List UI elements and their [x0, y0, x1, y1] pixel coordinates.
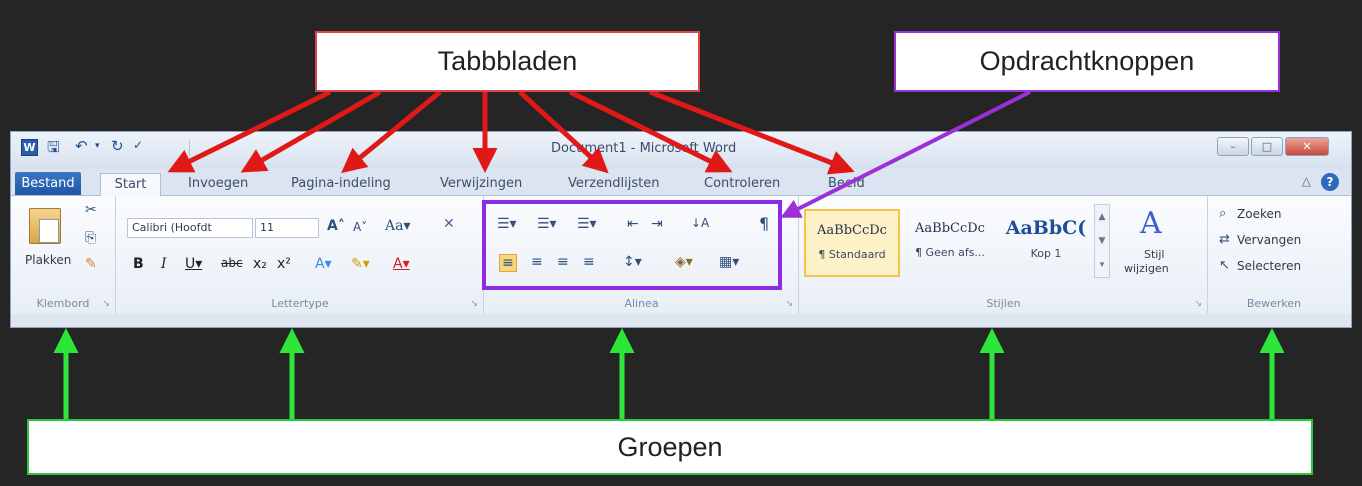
close-button[interactable]: ✕	[1285, 137, 1329, 156]
change-styles-line1[interactable]: Stijl	[1144, 248, 1164, 261]
find-icon[interactable]: ⌕	[1219, 206, 1226, 221]
style-name: Kop 1	[1030, 247, 1062, 260]
tabs-label: Tabbbladen	[315, 31, 700, 92]
font-name-combo[interactable]: Calibri (Hoofdt	[127, 218, 253, 238]
style-sample: AaBbCcDc	[817, 223, 887, 238]
style-kop-1[interactable]: AaBbC( Kop 1	[998, 209, 1094, 277]
commands-label: Opdrachtknoppen	[894, 31, 1280, 92]
paste-icon[interactable]	[29, 208, 61, 244]
style-standaard[interactable]: AaBbCcDc ¶ Standaard	[804, 209, 900, 277]
group-label-klembord: Klembord	[36, 297, 90, 310]
undo-dropdown-icon[interactable]: ▾	[95, 141, 100, 151]
group-bewerken: ⌕ Zoeken ⇄ Vervangen ↖ Selecteren Bewerk…	[1209, 196, 1339, 314]
grow-font-icon[interactable]: A˄	[327, 218, 345, 234]
groups-label: Groepen	[27, 419, 1313, 475]
subscript-icon[interactable]: x₂	[253, 256, 267, 272]
minimize-button[interactable]: –	[1217, 137, 1249, 156]
stijlen-launcher-icon[interactable]: ↘	[1194, 299, 1202, 309]
style-sample: AaBbC(	[1005, 217, 1087, 239]
replace-button[interactable]: Vervangen	[1237, 233, 1301, 247]
lettertype-launcher-icon[interactable]: ↘	[470, 299, 478, 309]
help-icon[interactable]: ?	[1321, 173, 1339, 191]
clear-format-icon[interactable]: ✕	[443, 216, 455, 232]
undo-icon[interactable]: ↶	[75, 137, 88, 155]
redo-icon[interactable]: ↻	[111, 137, 124, 155]
change-styles-line2[interactable]: wijzigen	[1124, 262, 1169, 275]
group-label-alinea: Alinea	[624, 297, 659, 310]
word-icon[interactable]: W	[21, 139, 38, 156]
copy-icon[interactable]: ⎘	[85, 230, 96, 246]
format-painter-icon[interactable]: ✎	[85, 256, 97, 272]
title-bar: W 🖫 ↶ ▾ ↻ ✓ Document1 - Microsoft Word –…	[11, 132, 1351, 169]
font-color-icon[interactable]: A▾	[393, 256, 410, 272]
style-geen-afstand[interactable]: AaBbCcDc ¶ Geen afs...	[902, 209, 998, 277]
tab-pagina-indeling[interactable]: Pagina-indeling	[291, 173, 391, 196]
groups-arrows	[53, 328, 1285, 419]
superscript-icon[interactable]: x²	[277, 256, 291, 272]
find-button[interactable]: Zoeken	[1237, 207, 1281, 221]
save-icon[interactable]: 🖫	[47, 137, 60, 162]
tab-beeld[interactable]: Beeld	[828, 173, 865, 196]
bold-icon[interactable]: B	[133, 256, 144, 272]
replace-icon[interactable]: ⇄	[1219, 232, 1230, 247]
quick-access-separator	[189, 140, 190, 156]
tab-verzendlijsten[interactable]: Verzendlijsten	[568, 173, 659, 196]
klembord-launcher-icon[interactable]: ↘	[102, 299, 110, 309]
font-size-combo[interactable]: 11	[255, 218, 319, 238]
highlight-icon[interactable]: ✎▾	[351, 256, 370, 272]
cut-icon[interactable]: ✂	[85, 202, 97, 218]
window-title: Document1 - Microsoft Word	[551, 141, 737, 156]
change-styles-icon[interactable]: A	[1140, 206, 1162, 241]
group-label-stijlen: Stijlen	[986, 297, 1021, 310]
spelling-icon[interactable]: ✓	[133, 138, 143, 152]
alinea-launcher-icon[interactable]: ↘	[785, 299, 793, 309]
group-label-bewerken: Bewerken	[1246, 297, 1302, 310]
minimize-ribbon-icon[interactable]: △	[1302, 174, 1311, 188]
tab-invoegen[interactable]: Invoegen	[188, 173, 248, 196]
style-name: ¶ Geen afs...	[915, 246, 985, 259]
paste-button[interactable]: Plakken	[25, 253, 71, 267]
group-lettertype: Calibri (Hoofdt 11 A˄ A˅ Aa▾ ✕ B I U▾ ab…	[117, 196, 484, 314]
group-klembord: Plakken ✂ ⎘ ✎ Klembord ↘	[11, 196, 116, 314]
maximize-button[interactable]: □	[1251, 137, 1283, 156]
group-stijlen: AaBbCcDc ¶ Standaard AaBbCcDc ¶ Geen afs…	[800, 196, 1208, 314]
command-buttons-highlight	[482, 200, 782, 290]
text-effects-icon[interactable]: A▾	[315, 256, 332, 272]
styles-gallery-scroll[interactable]: ▲ ▼ ▾	[1094, 204, 1110, 278]
select-icon[interactable]: ↖	[1219, 258, 1230, 273]
select-button[interactable]: Selecteren	[1237, 259, 1301, 273]
tab-controleren[interactable]: Controleren	[704, 173, 780, 196]
tab-bestand[interactable]: Bestand	[15, 172, 81, 195]
shrink-font-icon[interactable]: A˅	[353, 220, 367, 234]
tab-start[interactable]: Start	[100, 173, 161, 197]
strikethrough-icon[interactable]: abc	[221, 256, 243, 270]
ribbon-tabs: Bestand Start Invoegen Pagina-indeling V…	[11, 169, 1351, 197]
style-name: ¶ Standaard	[818, 248, 886, 261]
tab-verwijzingen[interactable]: Verwijzingen	[440, 173, 522, 196]
italic-icon[interactable]: I	[161, 256, 167, 272]
group-label-lettertype: Lettertype	[271, 297, 329, 310]
style-sample: AaBbCcDc	[915, 221, 985, 236]
change-case-icon[interactable]: Aa▾	[385, 218, 410, 234]
underline-icon[interactable]: U▾	[185, 256, 202, 272]
